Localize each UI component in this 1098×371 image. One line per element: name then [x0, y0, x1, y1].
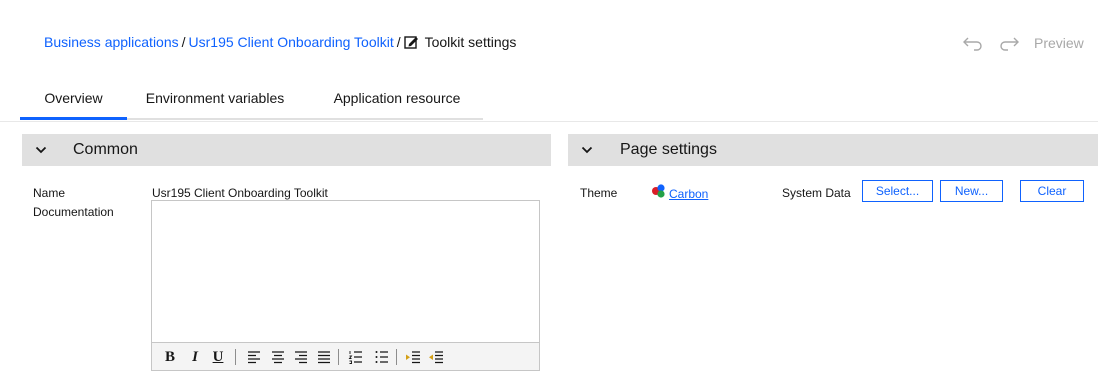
indent-icon[interactable]: [405, 349, 421, 365]
tab-application-resource[interactable]: Application resource: [311, 80, 483, 120]
justify-icon[interactable]: [316, 349, 332, 365]
align-center-icon[interactable]: [270, 349, 286, 365]
outdent-icon[interactable]: [428, 349, 444, 365]
tab-environment-variables[interactable]: Environment variables: [130, 80, 300, 120]
divider: [0, 121, 1098, 122]
page-header: Business applications / Usr195 Client Onbo…: [0, 0, 1098, 80]
bulleted-list-icon[interactable]: [374, 349, 390, 365]
documentation-label: Documentation: [33, 205, 114, 219]
redo-icon[interactable]: [998, 35, 1020, 51]
underline-icon[interactable]: U: [210, 348, 226, 366]
name-value[interactable]: Usr195 Client Onboarding Toolkit: [152, 186, 328, 200]
chevron-down-icon[interactable]: [35, 145, 47, 155]
common-section-header[interactable]: Common: [22, 134, 551, 166]
clear-button[interactable]: Clear: [1020, 180, 1084, 202]
theme-link[interactable]: Carbon: [669, 187, 708, 201]
breadcrumb-business-applications[interactable]: Business applications: [44, 34, 179, 50]
new-button[interactable]: New...: [940, 180, 1003, 202]
toolbar-separator: [338, 349, 339, 365]
editor-toolbar: Preview: [962, 32, 1084, 54]
toolbar-separator: [396, 349, 397, 365]
numbered-list-icon[interactable]: [348, 349, 364, 365]
tab-overview[interactable]: Overview: [20, 80, 127, 120]
breadcrumb: Business applications / Usr195 Client Onbo…: [44, 34, 516, 50]
align-left-icon[interactable]: [246, 349, 262, 365]
breadcrumb-separator: /: [396, 34, 401, 50]
bold-icon[interactable]: B: [162, 348, 178, 366]
breadcrumb-separator: /: [181, 34, 186, 50]
page-settings-section-title: Page settings: [620, 141, 717, 158]
common-section-title: Common: [73, 141, 138, 158]
preview-button[interactable]: Preview: [1034, 35, 1084, 51]
edit-settings-icon: [403, 36, 418, 49]
chevron-down-icon[interactable]: [581, 145, 593, 155]
select-button[interactable]: Select...: [862, 180, 933, 202]
theme-label: Theme: [580, 186, 618, 200]
theme-color-icon: [652, 184, 665, 198]
system-data-label: System Data: [782, 186, 851, 200]
align-right-icon[interactable]: [293, 349, 309, 365]
italic-icon[interactable]: I: [187, 348, 203, 366]
documentation-editor[interactable]: B I U: [151, 200, 540, 371]
toolbar-separator: [235, 349, 236, 365]
name-label: Name: [33, 186, 66, 200]
page-settings-section-header[interactable]: Page settings: [568, 134, 1098, 166]
tab-bar: Overview Environment variables Applicati…: [20, 80, 483, 120]
breadcrumb-current: Toolkit settings: [424, 34, 517, 50]
rich-text-toolbar: B I U: [152, 342, 539, 370]
undo-icon[interactable]: [962, 35, 984, 51]
breadcrumb-toolkit[interactable]: Usr195 Client Onboarding Toolkit: [189, 34, 394, 50]
